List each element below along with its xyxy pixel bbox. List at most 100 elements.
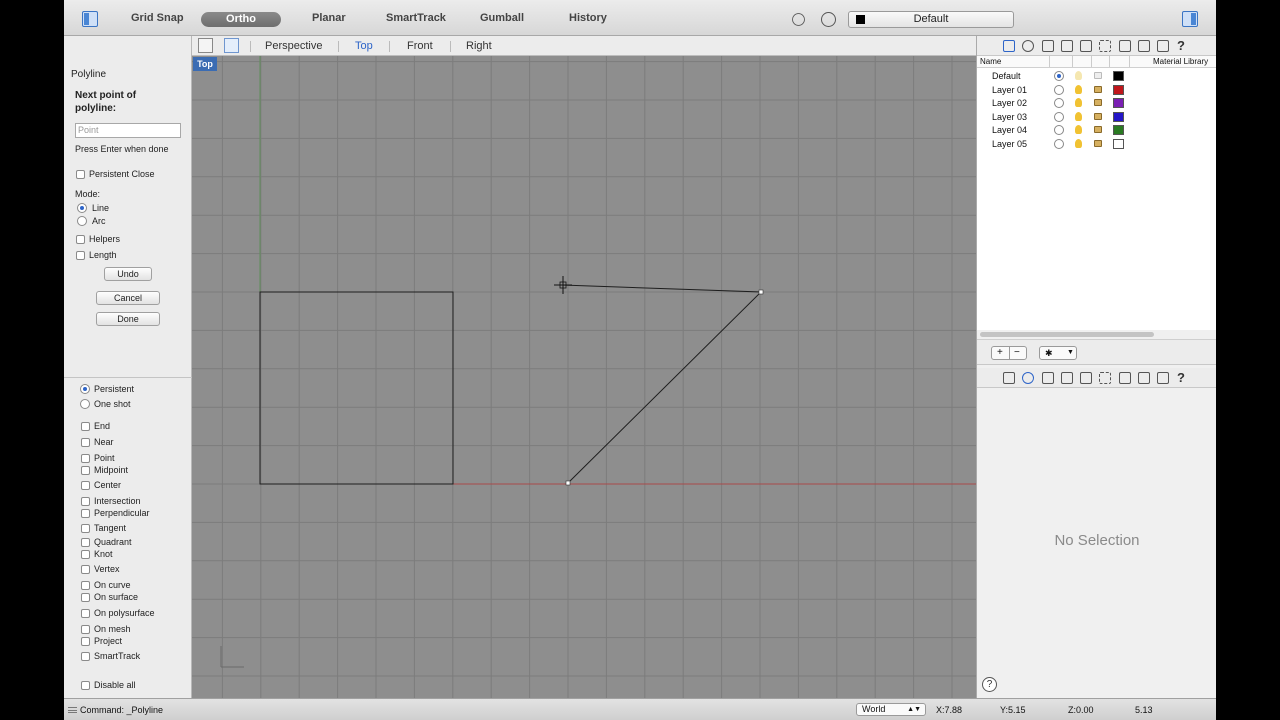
- helpers-checkbox[interactable]: [76, 235, 85, 244]
- layers-tab-icon[interactable]: [1003, 40, 1015, 52]
- disable-all-checkbox[interactable]: [81, 681, 90, 690]
- lightbulb-icon[interactable]: [1075, 71, 1082, 80]
- lock-icon[interactable]: [1094, 72, 1102, 79]
- lock-icon[interactable]: [1094, 126, 1102, 134]
- osnap-checkbox[interactable]: [81, 637, 90, 646]
- ortho-toggle[interactable]: Ortho: [201, 12, 281, 27]
- osnap-checkbox[interactable]: [81, 593, 90, 602]
- layer-options-menu[interactable]: ✱ ▼: [1039, 346, 1077, 360]
- current-layer-radio[interactable]: [1054, 71, 1064, 81]
- layer-name[interactable]: Layer 05: [992, 139, 1027, 149]
- render-tab-icon[interactable]: [1099, 40, 1111, 52]
- layer-color-swatch[interactable]: [1113, 71, 1124, 81]
- planar-toggle[interactable]: Planar: [312, 12, 346, 24]
- point-input[interactable]: Point: [75, 123, 181, 138]
- osnap-checkbox[interactable]: [81, 509, 90, 518]
- right-panel-toggle-icon[interactable]: [1182, 11, 1198, 27]
- lightbulb-icon[interactable]: [1075, 98, 1082, 108]
- layer-color-swatch[interactable]: [1113, 139, 1124, 149]
- current-layer-radio[interactable]: [1054, 84, 1064, 95]
- lock-icon[interactable]: [1094, 99, 1102, 107]
- osnap-checkbox[interactable]: [81, 652, 90, 661]
- grid-snap-toggle[interactable]: Grid Snap: [131, 12, 184, 24]
- top-viewport[interactable]: Top: [192, 56, 976, 698]
- osnap-checkbox[interactable]: [81, 438, 90, 447]
- layer-color-swatch[interactable]: [1113, 84, 1124, 95]
- lightbulb-icon[interactable]: [1075, 139, 1082, 148]
- cplane-icon[interactable]: [792, 13, 805, 26]
- layer-color-swatch[interactable]: [1113, 111, 1124, 122]
- add-remove-layer-buttons[interactable]: + −: [991, 346, 1027, 360]
- layer-row[interactable]: Layer 04: [977, 124, 1216, 137]
- camera-tab-icon[interactable]: [1080, 372, 1092, 384]
- libraries-tab-icon[interactable]: [1119, 40, 1131, 52]
- osnap-checkbox[interactable]: [81, 422, 90, 431]
- osnap-checkbox[interactable]: [81, 625, 90, 634]
- lightbulb-icon[interactable]: [1075, 111, 1082, 121]
- layer-name[interactable]: Layer 01: [992, 85, 1027, 95]
- layer-name[interactable]: Layer 03: [992, 112, 1027, 122]
- add-layer-icon[interactable]: +: [997, 347, 1003, 359]
- persistent-close-checkbox[interactable]: [76, 170, 85, 179]
- mode-arc-radio[interactable]: [77, 216, 87, 226]
- object-tab-icon[interactable]: [1061, 372, 1073, 384]
- layer-row[interactable]: Layer 01: [977, 84, 1216, 97]
- help-tab-icon[interactable]: ?: [1177, 370, 1185, 385]
- osnap-checkbox[interactable]: [81, 538, 90, 547]
- notes-tab-icon[interactable]: [1042, 40, 1054, 52]
- osnap-persistent-radio[interactable]: [80, 384, 90, 394]
- tab-top[interactable]: Top: [355, 40, 373, 52]
- single-view-layout-icon[interactable]: [224, 38, 239, 53]
- osnap-target-icon[interactable]: [821, 12, 836, 27]
- layer-name[interactable]: Layer 02: [992, 98, 1027, 108]
- current-layer-radio[interactable]: [1054, 139, 1064, 149]
- command-history-grip-icon[interactable]: [68, 707, 77, 713]
- viewport-canvas[interactable]: [192, 56, 976, 698]
- length-checkbox[interactable]: [76, 251, 85, 260]
- history-toggle[interactable]: History: [569, 12, 607, 24]
- osnap-one-shot-radio[interactable]: [80, 399, 90, 409]
- lightbulb-icon[interactable]: [1075, 125, 1082, 135]
- layer-color-swatch[interactable]: [1113, 98, 1124, 109]
- tab-perspective[interactable]: Perspective: [265, 40, 322, 52]
- current-layer-radio[interactable]: [1054, 111, 1064, 122]
- layer-list-scrollbar[interactable]: [980, 332, 1154, 337]
- remove-layer-icon[interactable]: −: [1014, 347, 1020, 359]
- properties-tab-icon[interactable]: [1022, 372, 1034, 384]
- current-layer-select[interactable]: Default: [848, 11, 1014, 28]
- display-tab-icon[interactable]: [1157, 40, 1169, 52]
- osnap-checkbox[interactable]: [81, 454, 90, 463]
- properties-tab-icon[interactable]: [1022, 40, 1034, 52]
- layer-name[interactable]: Default: [992, 71, 1021, 81]
- layer-row[interactable]: Layer 02: [977, 97, 1216, 110]
- undo-button[interactable]: Undo: [104, 267, 152, 281]
- done-button[interactable]: Done: [96, 312, 160, 326]
- osnap-checkbox[interactable]: [81, 565, 90, 574]
- viewport-label-top[interactable]: Top: [193, 57, 217, 71]
- named-views-tab-icon[interactable]: [1138, 40, 1150, 52]
- osnap-checkbox[interactable]: [81, 481, 90, 490]
- lock-icon[interactable]: [1094, 112, 1102, 120]
- notes-tab-icon[interactable]: [1042, 372, 1054, 384]
- display-tab-icon[interactable]: [1157, 372, 1169, 384]
- libraries-tab-icon[interactable]: [1119, 372, 1131, 384]
- cancel-button[interactable]: Cancel: [96, 291, 160, 305]
- osnap-checkbox[interactable]: [81, 581, 90, 590]
- tab-right[interactable]: Right: [466, 40, 492, 52]
- osnap-checkbox[interactable]: [81, 609, 90, 618]
- lightbulb-icon[interactable]: [1075, 84, 1082, 94]
- layer-row[interactable]: Default: [977, 70, 1216, 83]
- left-panel-toggle-icon[interactable]: [82, 11, 98, 27]
- layer-color-swatch[interactable]: [1113, 125, 1124, 136]
- layer-row[interactable]: Layer 03: [977, 111, 1216, 124]
- cplane-select[interactable]: World ▲▼: [856, 703, 926, 716]
- help-icon[interactable]: ?: [982, 677, 997, 692]
- current-layer-radio[interactable]: [1054, 125, 1064, 136]
- render-tab-icon[interactable]: [1099, 372, 1111, 384]
- named-views-tab-icon[interactable]: [1138, 372, 1150, 384]
- command-line[interactable]: Command: _Polyline: [80, 705, 163, 715]
- lock-icon[interactable]: [1094, 85, 1102, 93]
- smarttrack-toggle[interactable]: SmartTrack: [386, 12, 446, 24]
- osnap-checkbox[interactable]: [81, 524, 90, 533]
- osnap-checkbox[interactable]: [81, 466, 90, 475]
